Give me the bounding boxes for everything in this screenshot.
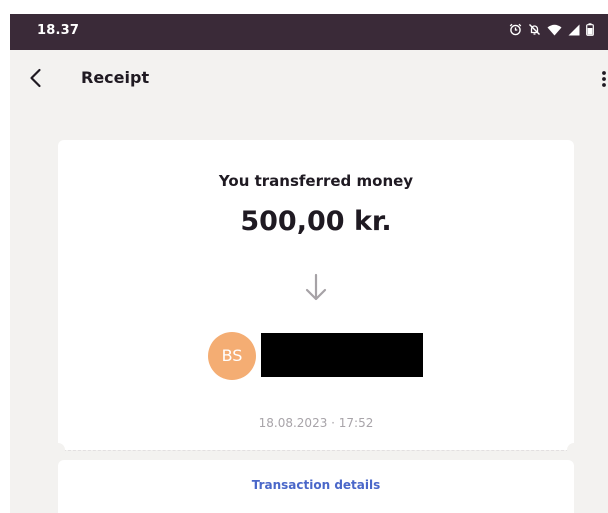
page-title: Receipt: [81, 68, 150, 87]
phone-screen: 18.37 Receipt You transferred money 500,…: [10, 14, 608, 513]
more-vertical-icon: [602, 71, 606, 87]
alarm-icon: [509, 23, 522, 36]
card-notch-right: [567, 443, 581, 457]
recipient-name-redacted: [261, 333, 423, 377]
receipt-title: You transferred money: [218, 172, 414, 190]
status-bar: 18.37: [10, 14, 608, 50]
more-options-button[interactable]: [600, 70, 608, 90]
battery-icon: [586, 23, 594, 36]
arrow-down-icon: [301, 272, 331, 304]
notifications-off-icon: [528, 23, 541, 36]
wifi-icon: [547, 24, 562, 36]
back-button[interactable]: [24, 66, 48, 90]
signal-icon: [568, 24, 580, 36]
status-time: 18.37: [37, 23, 80, 38]
transaction-timestamp: 18.08.2023 · 17:52: [258, 416, 374, 430]
receipt-card: You transferred money 500,00 kr. BS 18.0…: [58, 140, 574, 450]
app-bar: Receipt: [10, 50, 608, 106]
recipient-avatar: BS: [208, 332, 256, 380]
status-icons: [509, 23, 594, 36]
transaction-details-link[interactable]: Transaction details: [58, 478, 574, 492]
chevron-left-icon: [30, 68, 41, 88]
card-notch-left: [51, 443, 65, 457]
transaction-details-card: Transaction details: [58, 460, 574, 513]
card-divider: [58, 450, 574, 451]
transfer-amount: 500,00 kr.: [240, 206, 392, 237]
